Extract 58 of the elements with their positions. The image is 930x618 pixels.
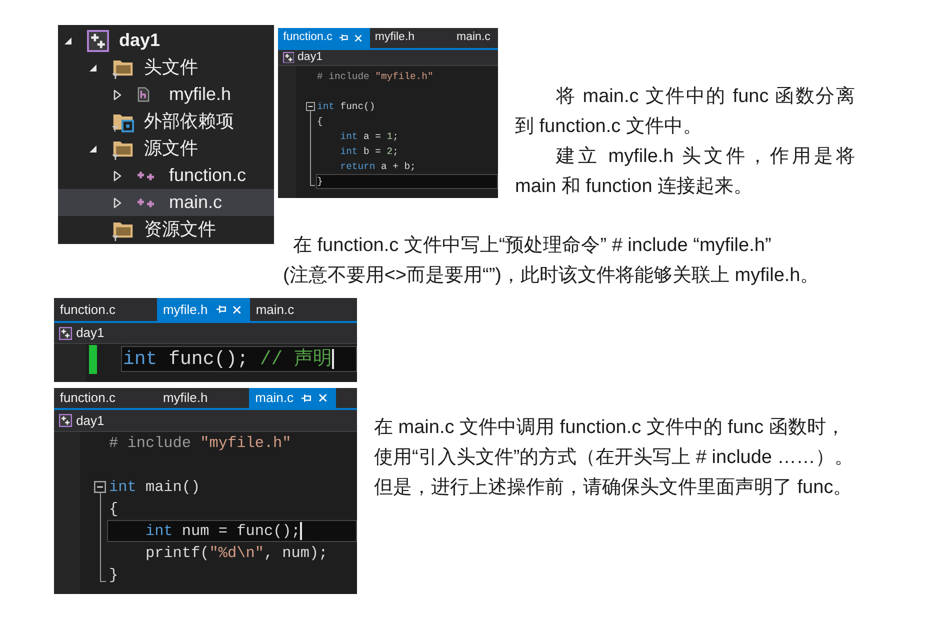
caret-down-icon[interactable] (88, 144, 97, 153)
file-tab[interactable]: function.c (54, 298, 158, 321)
caret-down-icon[interactable] (88, 63, 97, 72)
code-line: int a = 1; (339, 130, 398, 144)
tree-item[interactable]: 资源文件 (58, 216, 274, 243)
minus-box-icon[interactable] (306, 102, 315, 111)
paragraph-text: 将 main.c 文件中的 func 函数分离到 function.c 文件中。 (515, 85, 855, 139)
close-icon[interactable] (232, 304, 242, 314)
code-line: printf("%d\n", num); (144, 543, 328, 564)
close-icon[interactable] (318, 393, 328, 403)
double-plus-icon (137, 170, 155, 182)
project-icon (59, 326, 72, 340)
code-line: { (317, 115, 323, 129)
code-line: return a + b; (339, 160, 416, 174)
pin-icon[interactable] (339, 33, 348, 43)
tree-item[interactable]: 源文件 (58, 135, 274, 162)
paragraph-text: 在 function.c 文件中写上“预处理命令” # include “myfile.h” (注意不要用<>而是要用“”)，此时该文件将能够关联上 myfile.h。 (283, 234, 820, 288)
file-tab[interactable]: myfile.h (157, 388, 250, 408)
file-tab[interactable]: main.c (250, 298, 336, 321)
code-line: } (109, 565, 118, 586)
tree-item[interactable]: function.c (58, 162, 274, 189)
project-icon (87, 30, 109, 52)
double-plus-icon (137, 196, 155, 208)
code-line: { (109, 499, 118, 520)
file-tab[interactable]: main.c (451, 28, 498, 48)
project-selector[interactable]: day1 (59, 410, 104, 430)
project-selector[interactable]: day1 (59, 323, 104, 343)
caret-right-icon[interactable] (113, 196, 122, 208)
close-icon[interactable] (354, 34, 363, 42)
pin-icon[interactable] (216, 304, 226, 315)
tree-item[interactable]: day1 (58, 27, 274, 54)
code-line: int func(); // 声明 (123, 347, 332, 372)
tree-item[interactable]: 头文件 (58, 54, 274, 81)
code-line: int num = func(); (144, 521, 300, 542)
tree-item[interactable]: myfile.h (58, 81, 274, 108)
code-line: # include "myfile.h" (109, 433, 292, 454)
file-tab[interactable]: myfile.h (157, 298, 250, 321)
tree-item[interactable]: 外部依赖项 (58, 108, 274, 135)
caret-right-icon[interactable] (113, 170, 122, 182)
file-tab[interactable]: myfile.h (370, 28, 452, 48)
paragraph-text: 在 main.c 文件中调用 function.c 文件中的 func 函数时， 使用“引入头文件”的方式（在开头写上 # include ……）。 但是，进行上述操作前，请确保头文件里面声明了 func。 (374, 416, 854, 500)
project-selector[interactable]: day1 (282, 48, 322, 66)
code-line: int b = 2; (339, 145, 398, 159)
file-tab[interactable]: function.c (54, 388, 158, 408)
document-icon (137, 87, 150, 102)
code-line: # include "myfile.h" (317, 70, 434, 84)
pin-icon[interactable] (301, 392, 312, 404)
tree-item[interactable]: main.c (58, 189, 274, 216)
file-tab[interactable]: main.c (249, 388, 336, 408)
code-line: int main() (109, 477, 200, 498)
code-line: int func() (317, 100, 376, 114)
project-icon (59, 414, 72, 427)
code-line: } (317, 175, 323, 189)
caret-down-icon[interactable] (63, 36, 72, 45)
paragraph-text: 建立 myfile.h 头文件，作用是将 main 和 function 连接起来。 (515, 145, 855, 199)
file-tab[interactable]: function.c (278, 28, 370, 48)
caret-right-icon[interactable] (113, 88, 122, 100)
minus-box-icon[interactable] (94, 481, 106, 493)
